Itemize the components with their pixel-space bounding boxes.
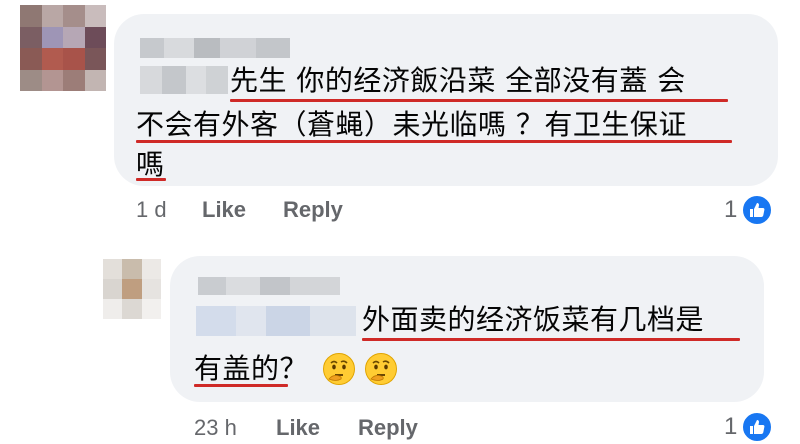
comment-text-line: 外面卖的经济饭菜有几档是: [362, 303, 705, 336]
like-thumb-icon: [741, 411, 774, 443]
reaction-count: 1: [724, 196, 738, 223]
red-underline: [362, 338, 740, 341]
reply-button[interactable]: Reply: [358, 415, 418, 441]
commenter-avatar[interactable]: [20, 5, 106, 91]
replier-avatar[interactable]: [103, 259, 161, 319]
reaction-count: 1: [724, 413, 738, 440]
like-button[interactable]: Like: [276, 415, 320, 441]
replier-name-redacted[interactable]: [198, 277, 340, 295]
red-underline: [136, 178, 166, 181]
thinking-face-icon: [364, 352, 398, 386]
like-thumb-icon: [741, 194, 774, 226]
mention-redacted: [196, 306, 356, 336]
comment-timestamp[interactable]: 23 h: [194, 415, 237, 441]
comment-timestamp[interactable]: 1 d: [136, 197, 167, 223]
reply-button[interactable]: Reply: [283, 197, 343, 223]
commenter-name-redacted[interactable]: [140, 38, 290, 58]
red-underline: [230, 99, 728, 102]
like-button[interactable]: Like: [202, 197, 246, 223]
red-underline: [136, 140, 732, 143]
reaction-summary[interactable]: 1: [724, 194, 774, 226]
comment-text-line: 先生 你的经济飯沿菜 全部没有蓋 会: [230, 64, 686, 97]
mention-redacted: [140, 66, 228, 94]
red-underline: [194, 384, 288, 387]
reply-actions: 23 h Like Reply: [194, 415, 514, 441]
reaction-summary[interactable]: 1: [724, 411, 774, 443]
comment-actions: 1 d Like Reply: [136, 197, 436, 223]
thinking-face-icon: [322, 352, 356, 386]
